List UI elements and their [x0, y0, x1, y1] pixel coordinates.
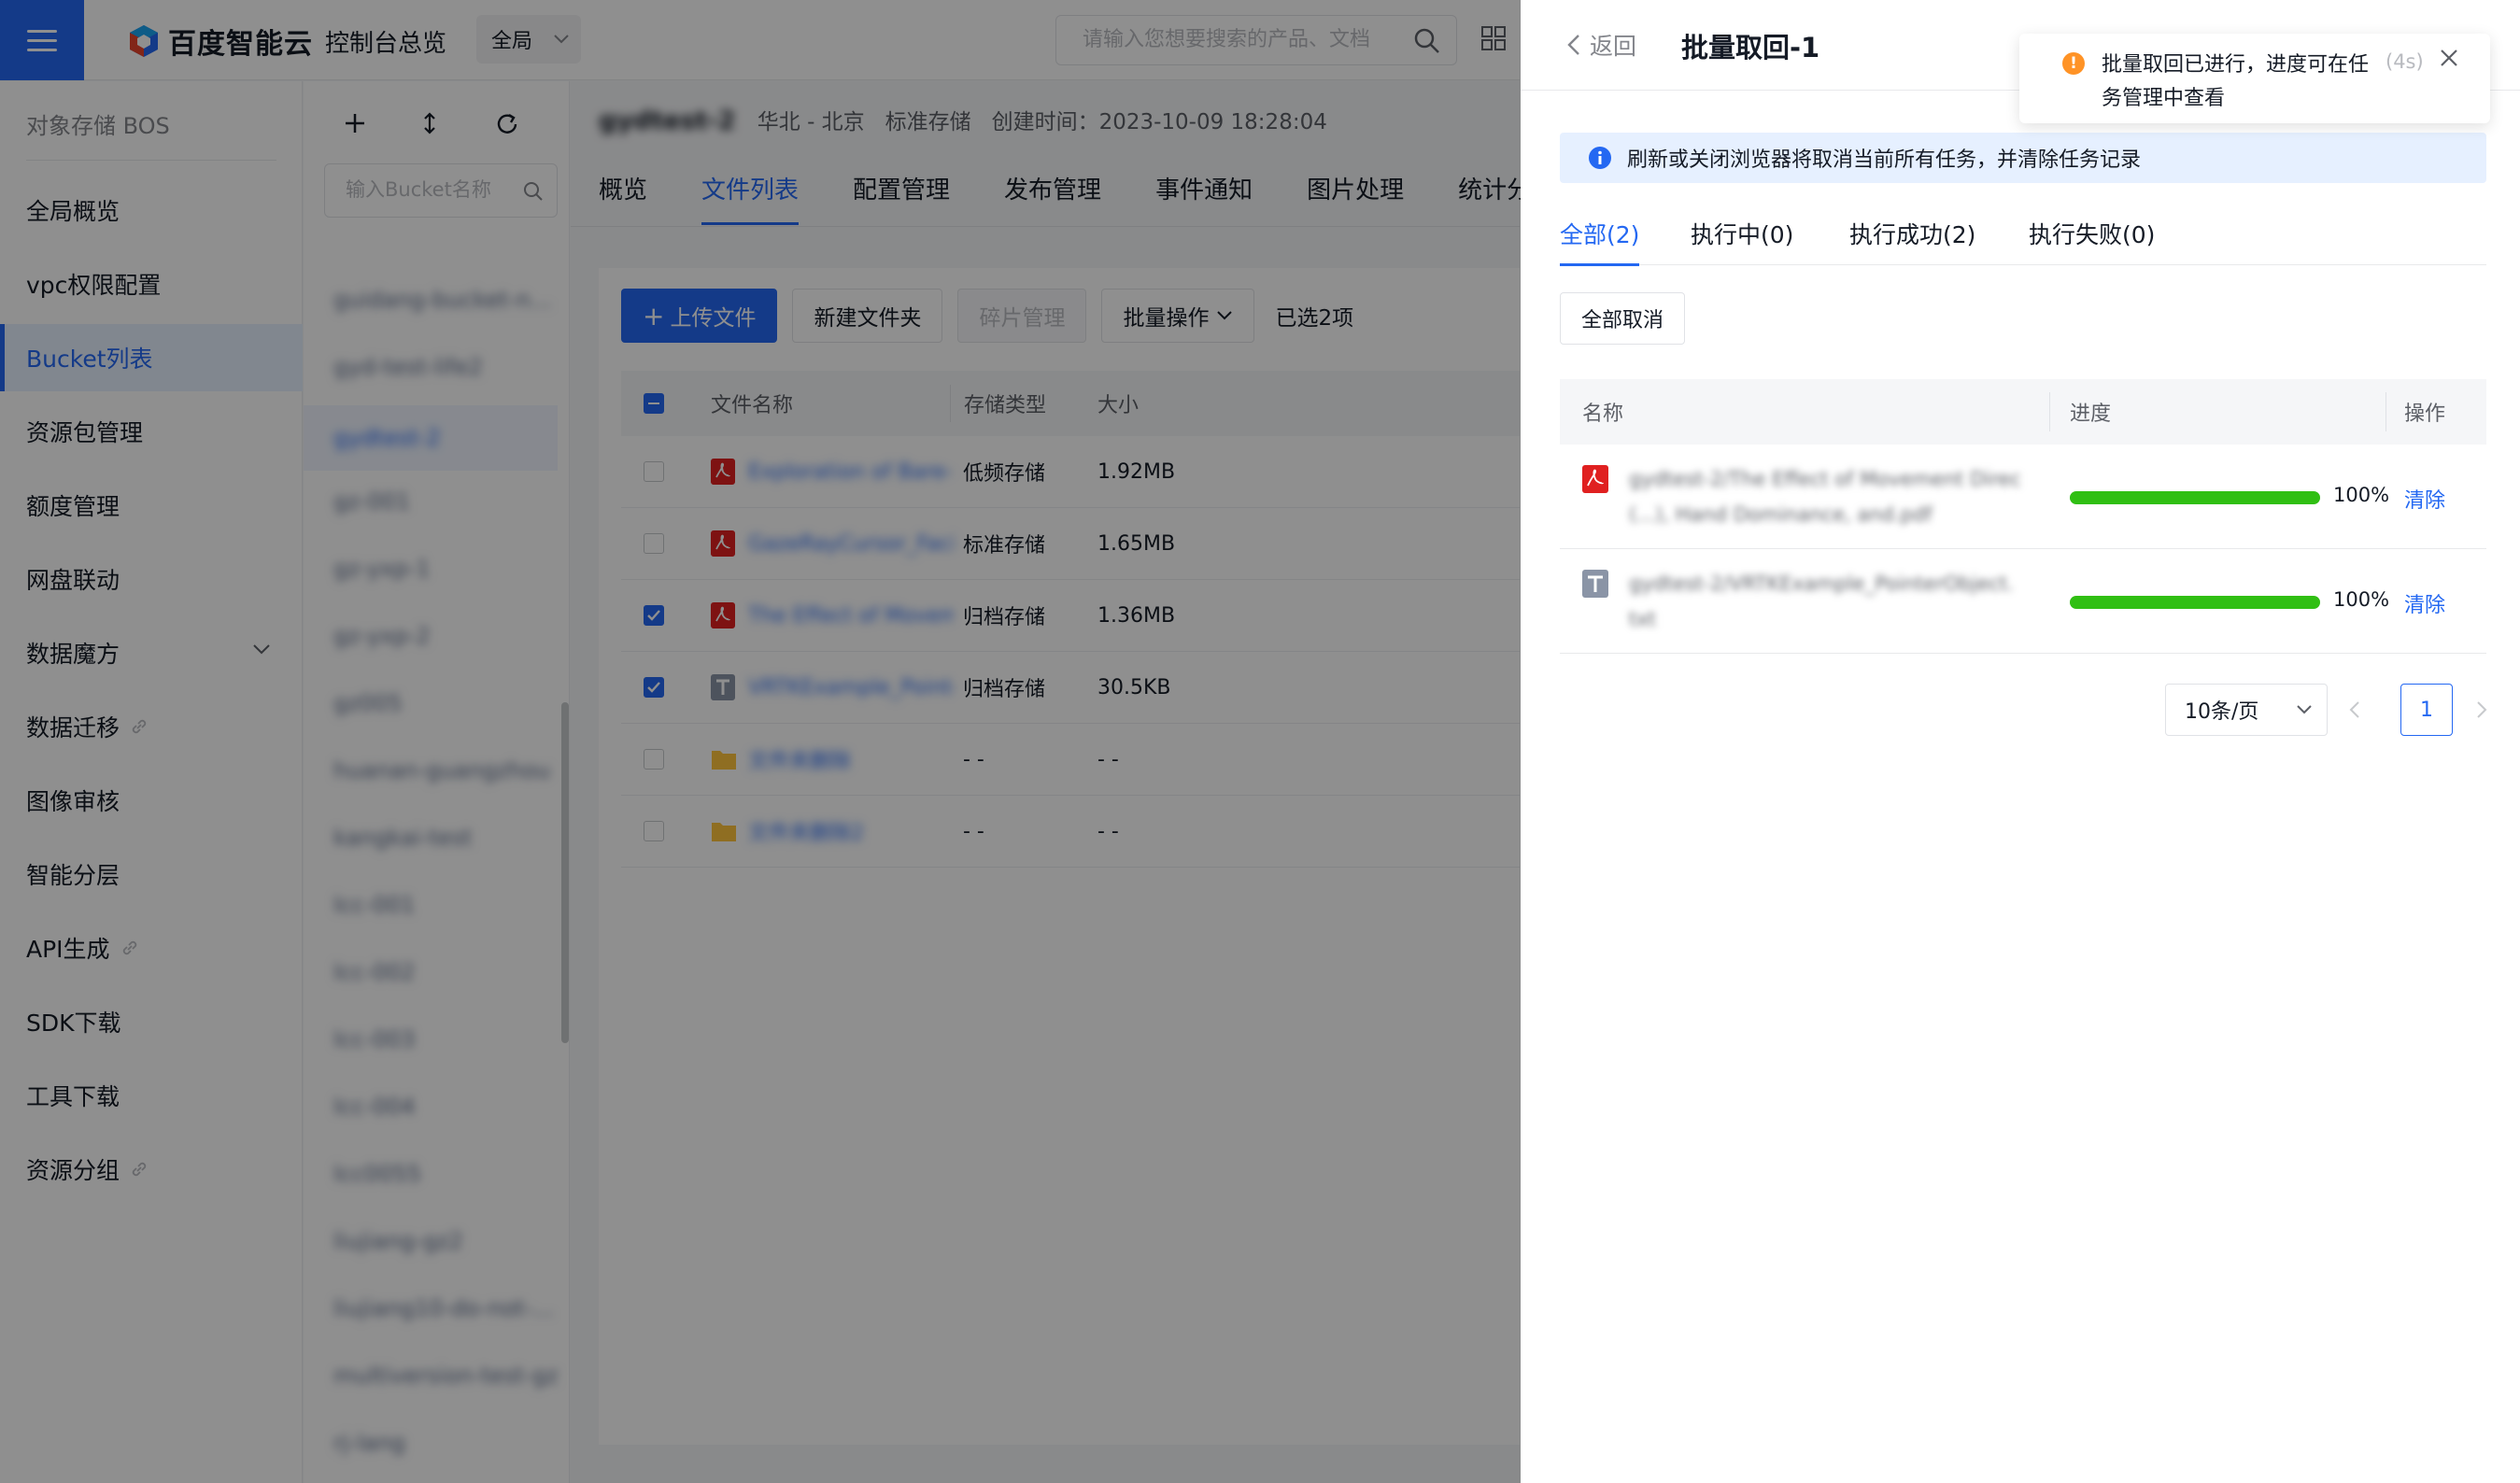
page-size-value: 10条/页 [2185, 700, 2259, 724]
page-number-current[interactable]: 1 [2400, 684, 2453, 736]
progress-percent: 100% [2333, 588, 2390, 611]
close-icon[interactable] [2438, 47, 2460, 69]
task-name-cell: gydtest-2/VRTKExample_PointerObject.txt [1582, 566, 2021, 637]
tab-success[interactable]: 执行成功(2) [1849, 217, 1975, 263]
table-header: 名称 进度 操作 [1560, 379, 2486, 445]
task-name: gydtest-2/VRTKExample_PointerObject.txt [1629, 572, 2014, 630]
info-notice: 刷新或关闭浏览器将取消当前所有任务，并清除任务记录 [1560, 133, 2486, 183]
back-label: 返回 [1590, 33, 1637, 60]
info-icon [1589, 147, 1611, 169]
clear-link[interactable]: 清除 [2404, 484, 2445, 514]
chevron-right-icon[interactable] [2475, 700, 2488, 719]
chevron-left-icon[interactable] [2348, 700, 2361, 719]
drawer-title: 批量取回-1 [1681, 32, 1820, 64]
progress-bar [2070, 491, 2320, 504]
tab-failed[interactable]: 执行失败(0) [2029, 217, 2155, 263]
column-header-action: 操作 [2404, 403, 2446, 426]
task-name: gydtest-2/The Effect of Movement Direc(.… [1629, 468, 2021, 526]
table-row: gydtest-2/VRTKExample_PointerObject.txt … [1560, 549, 2486, 654]
clear-link[interactable]: 清除 [2404, 588, 2445, 618]
pdf-file-icon [1582, 465, 1608, 493]
status-tabs: 全部(2) 执行中(0) 执行成功(2) 执行失败(0) [1560, 217, 2486, 266]
page-size-select[interactable]: 10条/页 [2165, 684, 2328, 736]
column-header-name: 名称 [1582, 403, 1624, 426]
progress-percent: 100% [2333, 484, 2390, 506]
column-header-progress: 进度 [2070, 403, 2112, 426]
text-file-icon [1582, 570, 1608, 598]
task-name-cell: gydtest-2/The Effect of Movement Direc(.… [1582, 461, 2021, 532]
tab-running[interactable]: 执行中(0) [1691, 217, 1793, 263]
notice-text: 刷新或关闭浏览器将取消当前所有任务，并清除任务记录 [1627, 148, 2142, 172]
toast-message: 批量取回已进行，进度可在任务管理中查看 [2102, 53, 2370, 110]
progress-bar [2070, 596, 2320, 609]
chevron-down-icon [2297, 705, 2313, 714]
toast-countdown: (4s) [2386, 50, 2424, 73]
cancel-all-button[interactable]: 全部取消 [1560, 292, 1686, 345]
table-row: gydtest-2/The Effect of Movement Direc(.… [1560, 445, 2486, 549]
progress-fill [2070, 491, 2320, 504]
chevron-left-icon [1567, 35, 1579, 55]
tab-all[interactable]: 全部(2) [1560, 217, 1640, 266]
divider [2049, 392, 2050, 431]
modal-overlay[interactable] [0, 0, 1521, 1483]
warning-icon: ! [2062, 52, 2085, 75]
progress-fill [2070, 596, 2320, 609]
back-button[interactable]: 返回 [1567, 28, 1636, 62]
toast-notification: ! 批量取回已进行，进度可在任务管理中查看 (4s) [2019, 34, 2490, 123]
batch-retrieve-drawer: 返回 批量取回-1 刷新或关闭浏览器将取消当前所有任务，并清除任务记录 全部(2… [1521, 0, 2520, 1483]
pagination: 10条/页 1 [2165, 684, 2488, 736]
